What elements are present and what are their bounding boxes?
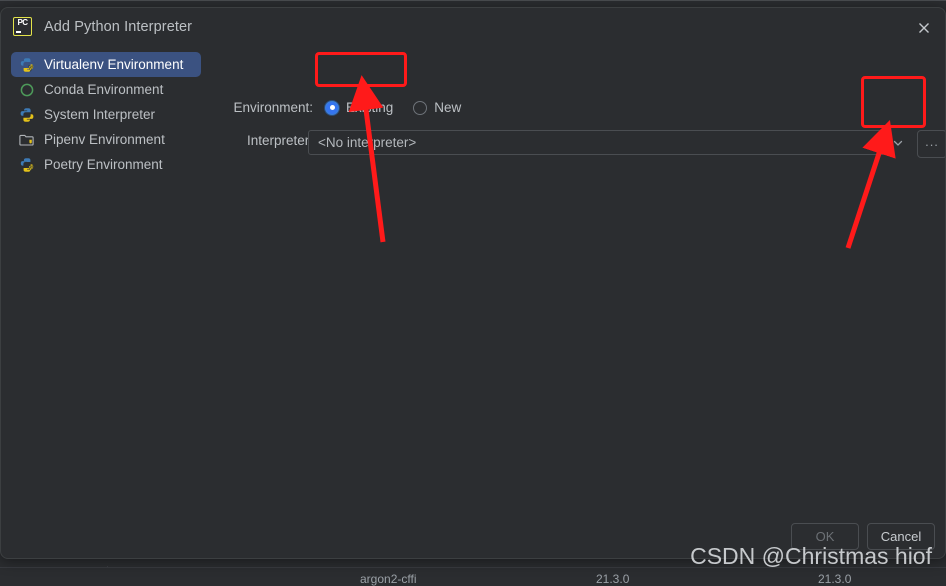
sidebar-item-label: Conda Environment xyxy=(44,82,164,97)
environment-type-list: Virtualenv Environment Conda Environment xyxy=(1,45,206,558)
sidebar-item-label: Poetry Environment xyxy=(44,157,163,172)
radio-new-indicator xyxy=(413,100,428,115)
sidebar-item-label: System Interpreter xyxy=(44,107,156,122)
add-python-interpreter-dialog: PC Add Python Interpreter Virtualenv Env… xyxy=(0,7,946,559)
sidebar-item-pipenv-environment[interactable]: Pipenv Environment xyxy=(11,127,201,152)
interpreter-settings-panel: Environment: Existing New Interpreter: <… xyxy=(206,45,945,558)
sidebar-item-label: Pipenv Environment xyxy=(44,132,165,147)
pipenv-folder-icon xyxy=(19,132,35,148)
interpreter-value: <No interpreter> xyxy=(318,135,417,150)
poetry-icon xyxy=(19,157,35,173)
sidebar-item-poetry-environment[interactable]: Poetry Environment xyxy=(11,152,201,177)
interpreter-combobox[interactable]: <No interpreter> xyxy=(308,130,885,155)
virtualenv-icon xyxy=(19,57,35,73)
dialog-title: Add Python Interpreter xyxy=(44,18,193,35)
python-icon xyxy=(19,107,35,123)
environment-label: Environment: xyxy=(233,100,313,115)
sidebar-item-label: Virtualenv Environment xyxy=(44,57,184,72)
radio-new[interactable]: New xyxy=(409,97,465,118)
conda-icon xyxy=(19,82,35,98)
close-icon[interactable] xyxy=(915,19,933,37)
cancel-button[interactable]: Cancel xyxy=(867,523,935,550)
package-table-background: argon2-cffi 21.3.0 21.3.0 xyxy=(0,567,946,586)
radio-existing-indicator xyxy=(325,100,339,115)
ok-button[interactable]: OK xyxy=(791,523,859,550)
dialog-button-bar: OK Cancel xyxy=(791,523,935,550)
radio-existing[interactable]: Existing xyxy=(321,97,397,118)
environment-radio-group: Existing New xyxy=(321,97,465,118)
dialog-body: Virtualenv Environment Conda Environment xyxy=(1,45,945,558)
sidebar-item-system-interpreter[interactable]: System Interpreter xyxy=(11,102,201,127)
radio-existing-label: Existing xyxy=(346,100,394,115)
cancel-button-label: Cancel xyxy=(880,529,922,544)
ok-button-label: OK xyxy=(815,529,835,544)
browse-interpreter-button[interactable]: ... xyxy=(917,130,945,158)
dialog-title-bar: PC Add Python Interpreter xyxy=(1,8,945,45)
pycharm-icon: PC xyxy=(13,17,32,36)
ide-background-top-strip xyxy=(0,0,946,7)
radio-new-label: New xyxy=(434,100,462,115)
sidebar-item-virtualenv-environment[interactable]: Virtualenv Environment xyxy=(11,52,201,77)
interpreter-label: Interpreter: xyxy=(246,133,313,148)
sidebar-item-conda-environment[interactable]: Conda Environment xyxy=(11,77,201,102)
ellipsis-icon: ... xyxy=(925,133,939,149)
chevron-down-icon[interactable] xyxy=(885,130,910,155)
